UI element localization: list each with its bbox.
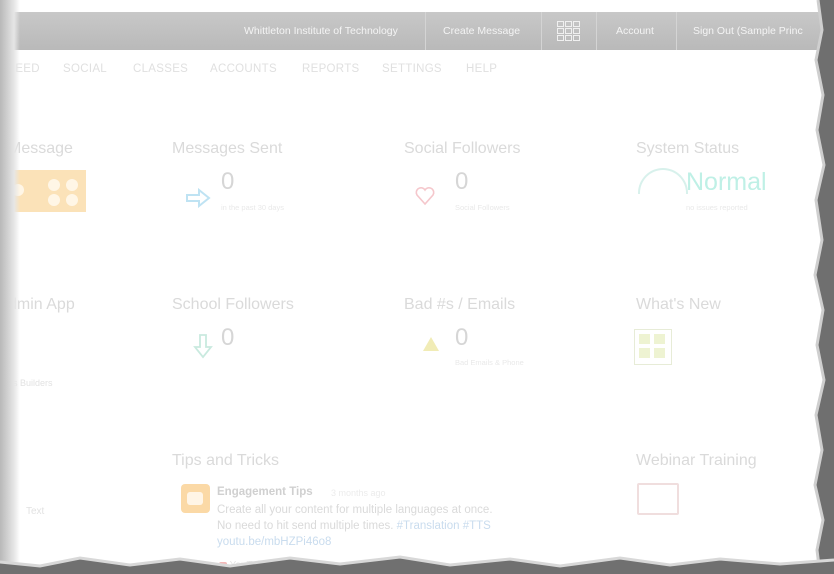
arrow-down-icon [193,334,213,359]
account-link[interactable]: Account [616,12,654,50]
messages-sent-value: 0 [221,168,235,195]
divider [425,12,426,50]
tip-line-2: No need to hit send multiple times. #Tra… [217,520,491,532]
heart-icon [415,186,435,206]
warning-icon [423,337,439,351]
bad-numbers-value: 0 [455,324,469,351]
messages-sent-subtitle: in the past 30 days [221,203,284,212]
arrow-right-icon [186,188,211,208]
gauge-icon [638,168,688,194]
whats-new-title: What's New [636,296,721,313]
social-followers-value: 0 [455,168,469,195]
torn-edge-bottom [0,555,834,574]
screenshot-frame: Whittleton Institute of Technology Creat… [0,0,834,574]
bad-numbers-title: Bad #s / Emails [404,296,516,313]
social-followers-subtitle: Social Followers [455,203,510,212]
tip-hashtags[interactable]: #Translation #TTS [397,520,491,532]
bad-numbers-subtitle: Bad Emails & Phone [455,358,524,367]
institution-name[interactable]: Whittleton Institute of Technology [244,12,398,50]
tips-title: Tips and Tricks [172,452,279,469]
tip-entry-title[interactable]: Engagement Tips [217,486,313,498]
divider [596,12,597,50]
school-followers-title: School Followers [172,296,294,313]
tip-entry-date: 3 months ago [331,488,386,498]
tab-help[interactable]: HELP [466,63,497,75]
system-status-title: System Status [636,140,740,157]
tip-link[interactable]: youtu.be/mbHZPi46o8 [217,536,331,548]
system-status-subtitle: no issues reported [686,203,748,212]
webinar-title: Webinar Training [636,452,757,469]
grid-icon[interactable] [634,329,672,365]
left-edge-shadow [0,0,20,574]
app-grid-icon[interactable] [557,21,580,41]
create-message-link[interactable]: Create Message [443,12,520,50]
tip-line-2-text: No need to hit send multiple times. [217,520,394,532]
text-label: Text [26,506,45,517]
top-nav-bar: Whittleton Institute of Technology Creat… [0,12,834,50]
divider [676,12,677,50]
tip-line-1: Create all your content for multiple lan… [217,504,493,516]
divider [541,12,542,50]
tab-classes[interactable]: CLASSES [133,63,188,75]
tab-reports[interactable]: REPORTS [302,63,359,75]
torn-edge-right [813,0,834,574]
tab-settings[interactable]: SETTINGS [382,63,442,75]
sign-out-link[interactable]: Sign Out (Sample Princ [693,12,803,50]
tab-accounts[interactable]: ACCOUNTS [210,63,277,75]
tab-social[interactable]: SOCIAL [63,63,107,75]
webinar-video-icon[interactable] [637,483,679,515]
messages-sent-title: Messages Sent [172,140,283,157]
school-followers-value: 0 [221,324,235,351]
social-followers-title: Social Followers [404,140,521,157]
system-status-value: Normal [686,168,767,196]
megaphone-icon [181,484,210,513]
